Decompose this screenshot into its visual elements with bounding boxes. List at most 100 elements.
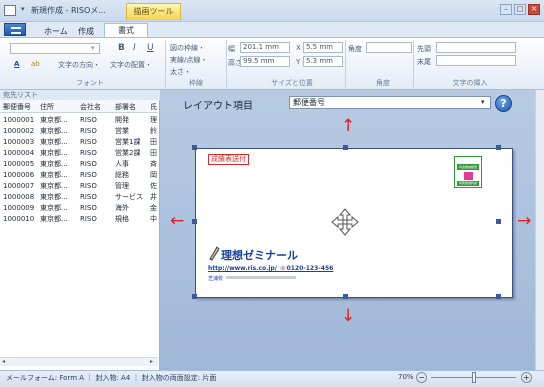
tab-format[interactable]: 書式: [104, 23, 148, 38]
end-select[interactable]: [436, 55, 516, 66]
start-select[interactable]: [436, 42, 516, 53]
text-direction-button[interactable]: 文字の方向・: [58, 60, 100, 70]
app-icon[interactable]: [4, 5, 16, 16]
scroll-left-icon[interactable]: ◂: [2, 358, 5, 365]
font-color-icon[interactable]: A: [14, 60, 19, 68]
text-align-button[interactable]: 文字の配置・: [110, 60, 152, 70]
table-cell: 総務: [115, 171, 129, 179]
resize-handle[interactable]: [192, 294, 197, 299]
zoom-in-button[interactable]: +: [521, 372, 532, 383]
canvas-vertical-scrollbar[interactable]: [535, 90, 544, 370]
angle-input[interactable]: [366, 42, 412, 53]
column-header[interactable]: 部署名: [115, 102, 136, 112]
table-row[interactable]: 1000002 東京都... RISO 営業 鈴: [0, 126, 158, 137]
table-cell: 井: [150, 193, 157, 201]
table-cell: 人事: [115, 160, 129, 168]
resize-handle[interactable]: [343, 145, 348, 150]
table-row[interactable]: 1000008 東京都... RISO サービス井: [0, 192, 158, 203]
pen-logo-icon: [209, 246, 220, 261]
font-name-select[interactable]: [10, 43, 100, 54]
scroll-right-icon[interactable]: ▸: [150, 358, 153, 365]
table-cell: RISO: [80, 215, 97, 223]
table-cell: 1000009: [3, 204, 35, 212]
tab-create[interactable]: 作成: [72, 24, 100, 37]
resize-handle[interactable]: [343, 294, 348, 299]
postage-bottom: 特別郵便料金: [457, 181, 479, 186]
column-header[interactable]: 郵便番号: [3, 102, 31, 112]
table-row[interactable]: 1000001 東京都... RISO 開発 理: [0, 115, 158, 126]
column-header[interactable]: 氏: [150, 102, 157, 112]
zoom-slider-thumb[interactable]: [471, 372, 476, 383]
table-cell: 管理: [115, 182, 129, 190]
end-label: 末尾: [417, 58, 431, 66]
group-label-insert-text: 文字の挿入: [452, 79, 488, 87]
highlight-icon[interactable]: ab: [31, 60, 40, 68]
table-cell: 規格: [115, 215, 129, 223]
table-cell: RISO: [80, 149, 97, 157]
table-row[interactable]: 1000004 東京都... RISO 営業2課 田: [0, 148, 158, 159]
group-label-angle: 角度: [376, 79, 390, 87]
table-cell: RISO: [80, 116, 97, 124]
layout-item-select[interactable]: 郵便番号: [289, 96, 491, 109]
table-cell: 1000007: [3, 182, 35, 190]
table-cell: RISO: [80, 127, 97, 135]
arrow-up-icon[interactable]: ↑: [341, 118, 355, 135]
maximize-button[interactable]: □: [514, 4, 526, 15]
table-cell: 1000006: [3, 171, 35, 179]
chevron-down-icon: ▾: [481, 98, 485, 106]
file-menu-button[interactable]: [4, 23, 26, 36]
underline-button[interactable]: U: [147, 43, 154, 53]
quick-access-arrow-icon[interactable]: ▾: [21, 5, 25, 13]
group-label-font: フォント: [76, 79, 104, 87]
column-header[interactable]: 会社名: [80, 102, 101, 112]
y-input[interactable]: 5.3 mm: [303, 56, 343, 67]
resize-handle[interactable]: [496, 145, 501, 150]
tab-home[interactable]: ホーム: [38, 24, 74, 37]
shape-outline-button[interactable]: 図の枠線・: [170, 43, 205, 53]
move-handle-icon[interactable]: [331, 208, 359, 236]
minimize-button[interactable]: –: [500, 4, 512, 15]
list-horizontal-scrollbar[interactable]: ◂ ▸: [0, 357, 158, 366]
bold-button[interactable]: B: [118, 43, 125, 53]
arrow-left-icon[interactable]: ←: [170, 213, 184, 230]
table-cell: 営業1課: [115, 138, 141, 146]
resize-handle[interactable]: [496, 294, 501, 299]
table-row[interactable]: 1000006 東京都... RISO 総務 岡: [0, 170, 158, 181]
group-label-size-position: サイズと位置: [271, 79, 313, 87]
x-input[interactable]: 5.5 mm: [303, 42, 343, 53]
zoom-level: 70%: [398, 373, 414, 381]
table-cell: 東京都...: [40, 193, 68, 201]
italic-button[interactable]: I: [133, 43, 136, 53]
table-cell: 金: [150, 204, 157, 212]
table-cell: 田: [150, 138, 157, 146]
arrow-down-icon[interactable]: ↓: [341, 308, 355, 325]
table-cell: 東京都...: [40, 116, 68, 124]
arrow-right-icon[interactable]: →: [517, 213, 531, 230]
table-cell: 海外: [115, 204, 129, 212]
height-input[interactable]: 99.5 mm: [240, 56, 290, 67]
table-cell: 東京都...: [40, 160, 68, 168]
width-input[interactable]: 201.1 mm: [240, 42, 290, 53]
table-row[interactable]: 1000009 東京都... RISO 海外 金: [0, 203, 158, 214]
zoom-out-button[interactable]: −: [416, 372, 427, 383]
table-row[interactable]: 1000007 東京都... RISO 管理 佐: [0, 181, 158, 192]
group-label-border: 枠線: [189, 79, 203, 87]
table-row[interactable]: 1000010 東京都... RISO 規格 中: [0, 214, 158, 225]
close-button[interactable]: ✕: [528, 4, 540, 15]
resize-handle[interactable]: [192, 219, 197, 224]
resize-handle[interactable]: [496, 219, 501, 224]
table-cell: 東京都...: [40, 171, 68, 179]
dash-style-button[interactable]: 実線/点線・: [170, 55, 207, 65]
table-cell: RISO: [80, 204, 97, 212]
table-row[interactable]: 1000005 東京都... RISO 人事 斉: [0, 159, 158, 170]
table-cell: 岡: [150, 171, 157, 179]
line-weight-button[interactable]: 太さ・: [170, 67, 191, 77]
column-header[interactable]: 住所: [40, 102, 54, 112]
table-cell: 営業2課: [115, 149, 141, 157]
postage-top: 料金後納郵便: [457, 164, 479, 170]
table-cell: 1000004: [3, 149, 35, 157]
table-cell: 1000005: [3, 160, 35, 168]
table-row[interactable]: 1000003 東京都... RISO 営業1課 田: [0, 137, 158, 148]
resize-handle[interactable]: [192, 145, 197, 150]
help-icon[interactable]: ?: [495, 95, 512, 112]
